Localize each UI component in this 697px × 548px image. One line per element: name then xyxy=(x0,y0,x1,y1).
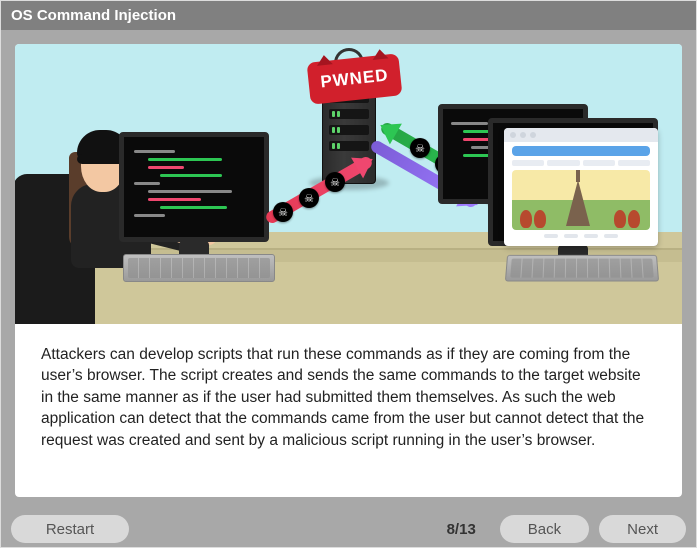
browser-chrome xyxy=(504,128,658,142)
footer-bar: Restart 8/13 Back Next xyxy=(1,511,696,547)
illustration: PWNED xyxy=(15,44,682,324)
pwned-sign: PWNED xyxy=(306,53,402,104)
lesson-window: OS Command Injection xyxy=(0,0,697,548)
next-button[interactable]: Next xyxy=(599,515,686,543)
title-bar: OS Command Injection xyxy=(1,1,696,30)
slide-body-text: Attackers can develop scripts that run t… xyxy=(15,324,682,497)
pwned-label: PWNED xyxy=(319,65,389,92)
keyboard-icon xyxy=(505,255,659,282)
website-hero-image xyxy=(512,170,650,230)
lesson-title: OS Command Injection xyxy=(11,7,176,24)
back-button[interactable]: Back xyxy=(500,515,589,543)
skull-icon xyxy=(299,188,319,208)
skull-icon xyxy=(273,202,293,222)
code-icon xyxy=(134,145,254,229)
browser-window-icon xyxy=(504,128,658,246)
eiffel-tower-icon xyxy=(566,180,590,226)
skull-icon xyxy=(410,138,430,158)
restart-button[interactable]: Restart xyxy=(11,515,129,543)
keyboard-icon xyxy=(123,254,275,282)
skull-icon xyxy=(325,172,345,192)
content-panel: PWNED xyxy=(15,44,682,497)
page-indicator: 8/13 xyxy=(447,521,476,538)
attacker-monitor xyxy=(119,132,269,242)
url-bar-icon xyxy=(512,146,650,156)
content-frame: PWNED xyxy=(1,30,696,511)
